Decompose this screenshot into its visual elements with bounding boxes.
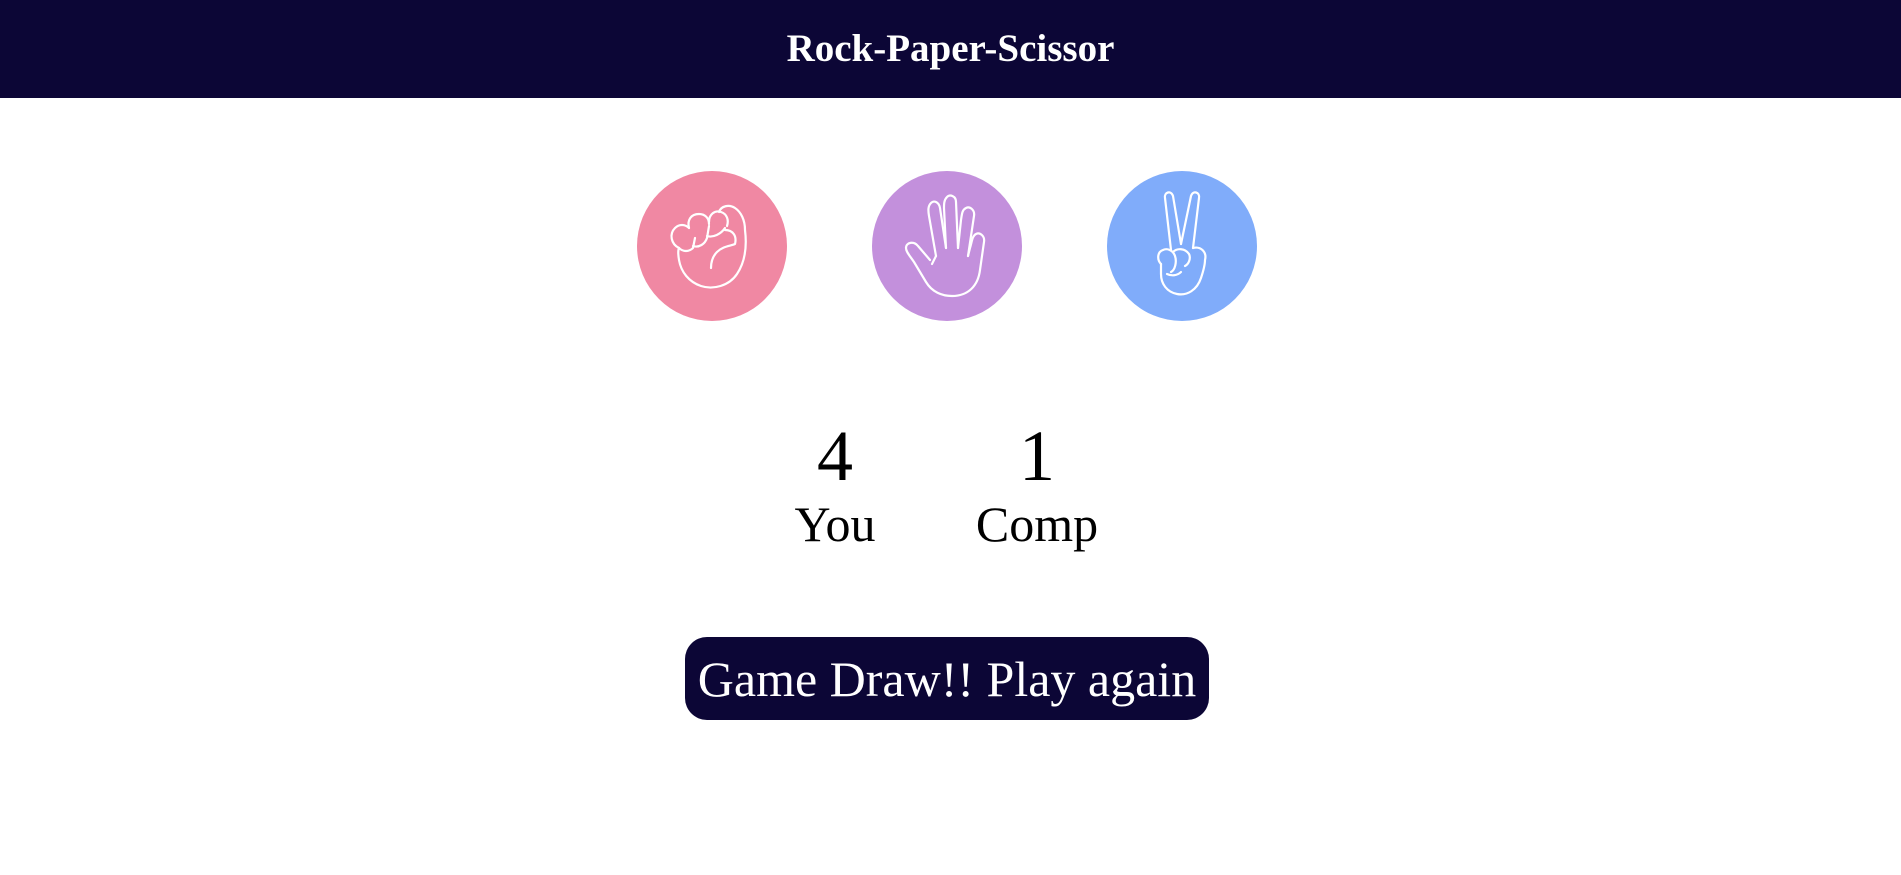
- comp-score-panel: 1 Comp: [937, 416, 1137, 552]
- result-message[interactable]: Game Draw!! Play again: [685, 637, 1209, 720]
- user-score-panel: 4 You: [735, 416, 935, 552]
- scissors-choice-button[interactable]: [1107, 171, 1257, 321]
- header-bar: Rock-Paper-Scissor: [0, 0, 1901, 98]
- rock-fist-icon: [670, 204, 747, 289]
- scissors-hand-icon: [1157, 191, 1207, 296]
- paper-hand-icon: [904, 194, 986, 298]
- comp-score-value: 1: [1019, 416, 1055, 496]
- game-title: Rock-Paper-Scissor: [786, 26, 1115, 70]
- user-score-value: 4: [817, 416, 853, 496]
- rock-choice-button[interactable]: [637, 171, 787, 321]
- comp-score-label: Comp: [975, 496, 1099, 552]
- user-score-label: You: [794, 496, 876, 552]
- paper-choice-button[interactable]: [872, 171, 1022, 321]
